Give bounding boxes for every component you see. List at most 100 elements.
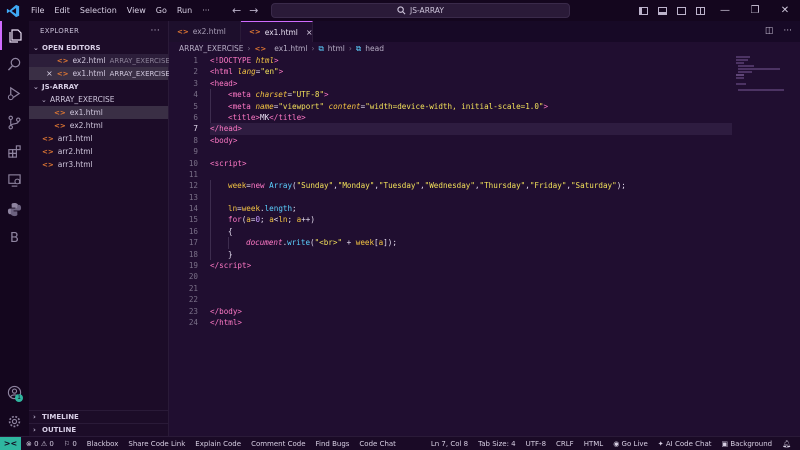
close-icon[interactable]: × [46, 69, 53, 78]
timeline-section[interactable]: › TIMELINE [29, 410, 169, 423]
code-line [210, 191, 732, 204]
toggle-sidebar-icon[interactable] [639, 6, 648, 15]
tab-ex1[interactable]: <> ex1.html × [241, 21, 313, 42]
editor-tab-bar: <> ex2.html <> ex1.html × ◫ ··· [169, 21, 800, 42]
status-comment-code[interactable]: Comment Code [246, 440, 310, 448]
project-section[interactable]: ⌄ JS-ARRAY [29, 80, 168, 93]
python-icon[interactable] [0, 195, 29, 224]
back-arrow-icon[interactable]: ← [232, 4, 241, 17]
forward-arrow-icon[interactable]: → [249, 4, 258, 17]
open-editor-folder: ARRAY_EXERCISE [109, 69, 170, 78]
code-area[interactable]: <!DOCTYPE html> <html lang="en"> <head> … [210, 55, 732, 328]
split-editor-icon[interactable]: ◫ [765, 26, 774, 36]
open-editors-section[interactable]: ⌄ OPEN EDITORS [29, 41, 168, 54]
blackbox-icon[interactable]: B [0, 224, 29, 253]
status-find-bugs[interactable]: Find Bugs [311, 440, 355, 448]
project-title: JS-ARRAY [42, 82, 79, 91]
menu-go[interactable]: Go [151, 6, 172, 15]
line-number: 19 [188, 261, 198, 271]
broadcast-icon: ◉ [613, 440, 620, 448]
breadcrumb-file[interactable]: ex1.html [274, 44, 307, 53]
outline-section[interactable]: › OUTLINE [29, 423, 169, 436]
explorer-icon[interactable] [0, 21, 29, 50]
status-code-chat[interactable]: Code Chat [354, 440, 401, 448]
window-controls: — ❐ ✕ [634, 0, 800, 21]
open-editor-item[interactable]: × <> ex2.html ARRAY_EXERCISE [29, 54, 170, 67]
folder-item[interactable]: ⌄ ARRAY_EXERCISE [29, 93, 168, 106]
code-line: <body> [210, 135, 238, 145]
html-file-icon: <> [54, 121, 66, 130]
line-number: 10 [188, 158, 198, 168]
search-icon[interactable] [0, 50, 29, 79]
line-number: 2 [193, 67, 198, 77]
open-editor-item[interactable]: × <> ex1.html ARRAY_EXERCISE [29, 67, 170, 80]
line-number: 23 [188, 306, 198, 316]
ai-code-chat-button[interactable]: ✦ AI Code Chat [653, 440, 717, 448]
open-editor-folder: ARRAY_EXERCISE [109, 56, 170, 65]
file-item[interactable]: <> arr2.html [29, 145, 168, 158]
cursor-position[interactable]: Ln 7, Col 8 [426, 440, 473, 448]
account-icon[interactable]: 1 [0, 378, 29, 407]
code-line: </body> [210, 306, 243, 316]
source-control-icon[interactable] [0, 108, 29, 137]
toggle-panel-icon[interactable] [658, 6, 667, 15]
file-item[interactable]: <> arr1.html [29, 132, 168, 145]
ports-indicator[interactable]: ⚐ 0 [59, 440, 82, 448]
menu-file[interactable]: File [26, 6, 49, 15]
remote-explorer-icon[interactable] [0, 166, 29, 195]
language-mode[interactable]: HTML [579, 440, 608, 448]
problems-indicator[interactable]: ⊗ 0 ⚠ 0 [21, 440, 59, 448]
line-number: 20 [188, 272, 198, 282]
code-editor[interactable]: 1 2 3 4 5 6 7 8 9 10 11 12 13 14 15 16 17 18 19 20 21 22 23 24 … [169, 55, 800, 436]
encoding[interactable]: UTF-8 [521, 440, 551, 448]
extensions-icon[interactable] [0, 137, 29, 166]
picture-icon: ▣ [721, 440, 729, 448]
toggle-secondary-sidebar-icon[interactable] [677, 6, 686, 15]
status-right-group: Ln 7, Col 8 Tab Size: 4 UTF-8 CRLF HTML … [426, 437, 796, 450]
customize-layout-icon[interactable] [696, 6, 705, 15]
command-center-search[interactable]: JS-ARRAY [271, 3, 570, 18]
search-icon [397, 6, 406, 15]
menu-more[interactable]: ··· [197, 6, 215, 15]
more-actions-icon[interactable]: ··· [783, 26, 792, 36]
breadcrumb-symbol[interactable]: head [365, 44, 384, 53]
notifications-bell-icon[interactable]: 🔔︎ [777, 440, 796, 448]
file-item[interactable]: <> ex2.html [29, 119, 168, 132]
breadcrumb-symbol[interactable]: html [328, 44, 345, 53]
folder-name: ARRAY_EXERCISE [50, 95, 115, 104]
chevron-right-icon: › [33, 413, 36, 421]
line-number: 9 [193, 147, 198, 157]
tab-ex2[interactable]: <> ex2.html [169, 21, 241, 42]
tab-size[interactable]: Tab Size: 4 [473, 440, 520, 448]
go-live-button[interactable]: ◉ Go Live [608, 440, 653, 448]
file-item[interactable]: <> arr3.html [29, 158, 168, 171]
run-debug-icon[interactable] [0, 79, 29, 108]
tab-label: ex1.html [264, 27, 298, 37]
file-name: arr2.html [57, 147, 93, 156]
settings-gear-icon[interactable] [0, 407, 29, 436]
background-label: Background [730, 440, 773, 448]
menu-edit[interactable]: Edit [49, 6, 75, 15]
status-blackbox[interactable]: Blackbox [82, 440, 124, 448]
status-share-code-link[interactable]: Share Code Link [123, 440, 190, 448]
remote-indicator-icon[interactable]: >< [0, 436, 21, 450]
minimize-icon[interactable]: — [710, 5, 740, 16]
explorer-more-button[interactable]: ··· [151, 26, 160, 36]
close-window-icon[interactable]: ✕ [770, 5, 800, 16]
breadcrumb-folder[interactable]: ARRAY_EXERCISE [179, 44, 244, 53]
restore-icon[interactable]: ❐ [740, 5, 770, 16]
menu-run[interactable]: Run [172, 6, 197, 15]
menu-view[interactable]: View [122, 6, 151, 15]
explorer-sidebar: EXPLORER ··· ⌄ OPEN EDITORS × <> ex2.htm… [29, 21, 170, 436]
chevron-down-icon: ⌄ [33, 82, 39, 91]
file-item[interactable]: <> ex1.html [29, 106, 168, 119]
end-of-line[interactable]: CRLF [551, 440, 579, 448]
status-explain-code[interactable]: Explain Code [190, 440, 246, 448]
menu-selection[interactable]: Selection [75, 6, 122, 15]
close-tab-icon[interactable]: × [306, 28, 313, 37]
chevron-down-icon: ⌄ [33, 43, 39, 52]
line-number: 8 [193, 135, 198, 145]
background-button[interactable]: ▣ Background [716, 440, 777, 448]
minimap[interactable] [732, 55, 800, 436]
